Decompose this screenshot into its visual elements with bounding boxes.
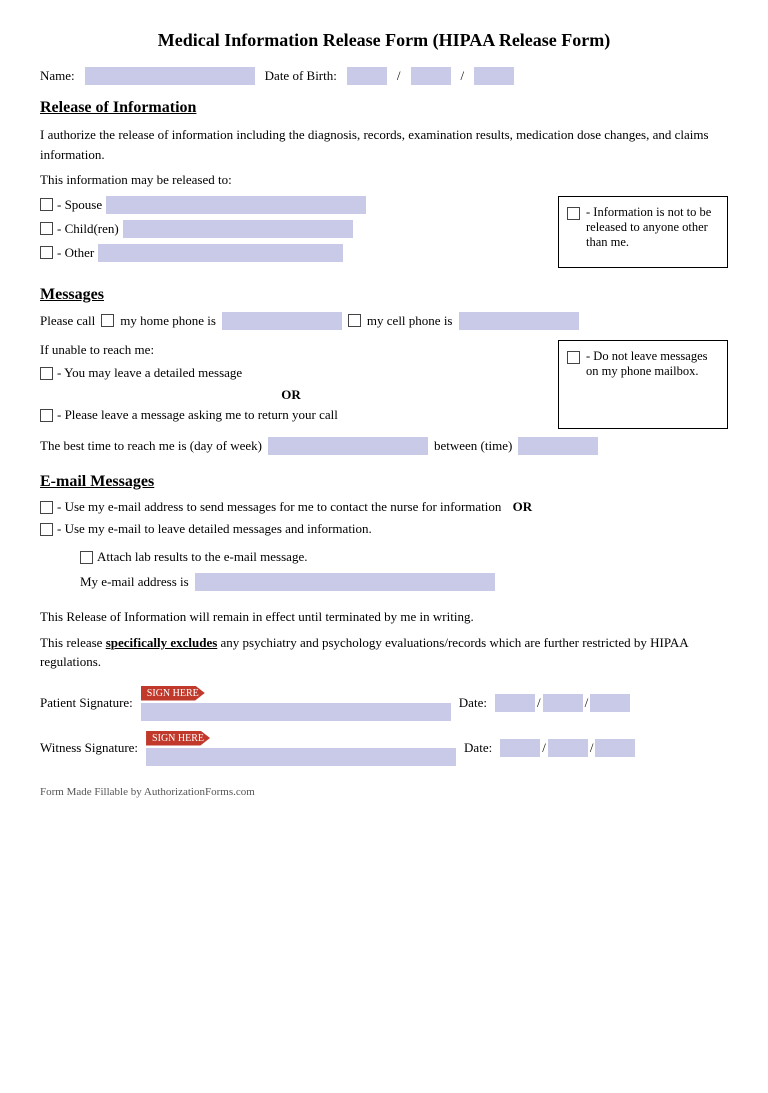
messages-section: Messages Please call my home phone is my… [40,286,728,456]
watermark: Form Made Fillable by AuthorizationForms… [40,786,728,798]
release-grid: - Spouse - Child(ren) - Other - Informat… [40,196,728,268]
witness-sig-arrow: SIGN HERE [146,731,210,746]
witness-sig-input[interactable] [146,748,456,766]
best-day-input[interactable] [268,437,428,455]
patient-sig-label: Patient Signature: [40,695,133,711]
or-label: OR [40,387,542,403]
email-or-label: OR [513,499,533,515]
witness-sig-label: Witness Signature: [40,740,138,756]
patient-date-group: / / [495,694,630,712]
no-release-checkbox[interactable] [567,207,580,220]
dob-year-input[interactable] [474,67,514,85]
email-option2-row: - Use my e-mail to leave detailed messag… [40,521,728,537]
children-label: - Child(ren) [57,221,119,237]
name-input[interactable] [85,67,255,85]
children-input[interactable] [123,220,353,238]
best-time-text2: between (time) [434,438,512,454]
attach-lab-row: Attach lab results to the e-mail message… [80,549,728,565]
return-call-label: - Please leave a message asking me to re… [57,407,338,423]
email-option1-row: - Use my e-mail address to send messages… [40,499,728,515]
other-label: - Other [57,245,94,261]
email-detail-checkbox[interactable] [40,523,53,536]
leave-message-label: - You may leave a detailed message [57,365,242,381]
patient-date-label: Date: [459,695,487,711]
email-addr-label: My e-mail address is [80,574,189,590]
email-section: E-mail Messages - Use my e-mail address … [40,473,728,591]
email-option2-label: - Use my e-mail to leave detailed messag… [57,521,372,537]
attach-lab-label: Attach lab results to the e-mail message… [97,549,307,565]
call-text1: Please call [40,313,95,329]
children-row: - Child(ren) [40,220,542,238]
footer-line1: This Release of Information will remain … [40,607,728,627]
release-body2: This information may be released to: [40,170,728,190]
home-phone-input[interactable] [222,312,342,330]
witness-date-day[interactable] [548,739,588,757]
patient-sig-arrow: SIGN HERE [141,686,205,701]
leave-message-checkbox[interactable] [40,367,53,380]
footer-line2-underline: specifically excludes [106,635,218,650]
messages-call-row: Please call my home phone is my cell pho… [40,312,728,330]
footer-text: This Release of Information will remain … [40,607,728,672]
email-option1-label: - Use my e-mail address to send messages… [57,499,501,515]
messages-title: Messages [40,286,728,304]
release-left: - Spouse - Child(ren) - Other [40,196,542,268]
spouse-input[interactable] [106,196,366,214]
witness-date-month[interactable] [500,739,540,757]
patient-date-year[interactable] [590,694,630,712]
other-checkbox[interactable] [40,246,53,259]
email-addr-row: My e-mail address is [80,573,728,591]
other-row: - Other [40,244,542,262]
email-nurse-checkbox[interactable] [40,501,53,514]
patient-sig-row: Patient Signature: SIGN HERE Date: / / [40,686,728,721]
email-indent: Attach lab results to the e-mail message… [80,549,728,591]
best-time-text1: The best time to reach me is (day of wee… [40,438,262,454]
witness-sig-row: Witness Signature: SIGN HERE Date: / / [40,731,728,766]
page-title: Medical Information Release Form (HIPAA … [40,30,728,51]
release-section: Release of Information I authorize the r… [40,99,728,268]
unreachable-left: If unable to reach me: - You may leave a… [40,340,542,430]
spouse-label: - Spouse [57,197,102,213]
dob-month-input[interactable] [347,67,387,85]
patient-sig-input[interactable] [141,703,451,721]
name-dob-row: Name: Date of Birth: / / [40,67,728,85]
patient-date-day[interactable] [543,694,583,712]
unreachable-grid: If unable to reach me: - You may leave a… [40,340,728,430]
name-label: Name: [40,68,75,84]
dob-day-input[interactable] [411,67,451,85]
release-body1: I authorize the release of information i… [40,125,728,164]
no-voicemail-checkbox[interactable] [567,351,580,364]
cell-phone-checkbox[interactable] [348,314,361,327]
return-call-row: - Please leave a message asking me to re… [40,407,542,423]
no-voicemail-box: - Do not leave messages on my phone mail… [558,340,728,430]
release-title: Release of Information [40,99,728,117]
patient-date-month[interactable] [495,694,535,712]
best-time-row: The best time to reach me is (day of wee… [40,437,728,455]
children-checkbox[interactable] [40,222,53,235]
no-release-text: - Information is not to be released to a… [586,205,719,250]
call-text3: my cell phone is [367,313,453,329]
dob-label: Date of Birth: [265,68,337,84]
call-text2: my home phone is [120,313,216,329]
unreachable-label: If unable to reach me: [40,340,542,360]
cell-phone-input[interactable] [459,312,579,330]
email-addr-input[interactable] [195,573,495,591]
leave-message-row: - You may leave a detailed message [40,365,542,381]
release-notice-box: - Information is not to be released to a… [558,196,728,268]
best-time-input[interactable] [518,437,598,455]
spouse-checkbox[interactable] [40,198,53,211]
attach-lab-checkbox[interactable] [80,551,93,564]
no-voicemail-text: - Do not leave messages on my phone mail… [586,349,719,379]
witness-date-group: / / [500,739,635,757]
email-title: E-mail Messages [40,473,728,491]
home-phone-checkbox[interactable] [101,314,114,327]
spouse-row: - Spouse [40,196,542,214]
footer-line2: This release specifically excludes any p… [40,633,728,672]
return-call-checkbox[interactable] [40,409,53,422]
witness-date-label: Date: [464,740,492,756]
witness-date-year[interactable] [595,739,635,757]
other-input[interactable] [98,244,343,262]
footer-line2-pre: This release [40,635,106,650]
